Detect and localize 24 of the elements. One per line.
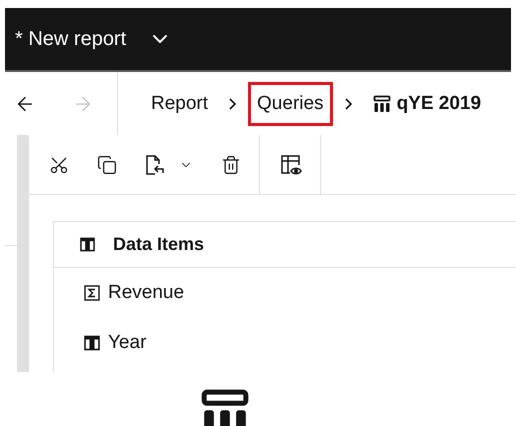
preview-button[interactable] [280,154,302,176]
chevron-icon [344,98,352,110]
breadcrumb-link[interactable]: Report [142,82,218,126]
copy-button[interactable] [97,154,117,174]
copy-icon [97,154,117,174]
cut-button[interactable] [49,154,69,174]
breadcrumb-link[interactable]: Queries [248,82,333,126]
column-icon [84,335,100,351]
data-item[interactable]: Revenue [54,268,516,318]
sigma-icon [84,285,100,301]
table-preview-icon [280,154,302,176]
chevron-icon [229,98,236,110]
paste-icon [145,154,165,176]
trash-icon [221,154,241,174]
breadcrumb-link[interactable]: qYE 2019 [364,82,490,126]
data-item[interactable]: Year [54,318,516,368]
panel-title: Data Items [113,234,204,255]
delete-button[interactable] [221,154,241,174]
query-icon [372,94,391,112]
paste-button[interactable] [145,154,193,176]
column-icon [80,237,95,252]
scissors-icon [49,154,69,174]
report-title: * New report [15,28,126,50]
query-icon [200,388,250,426]
